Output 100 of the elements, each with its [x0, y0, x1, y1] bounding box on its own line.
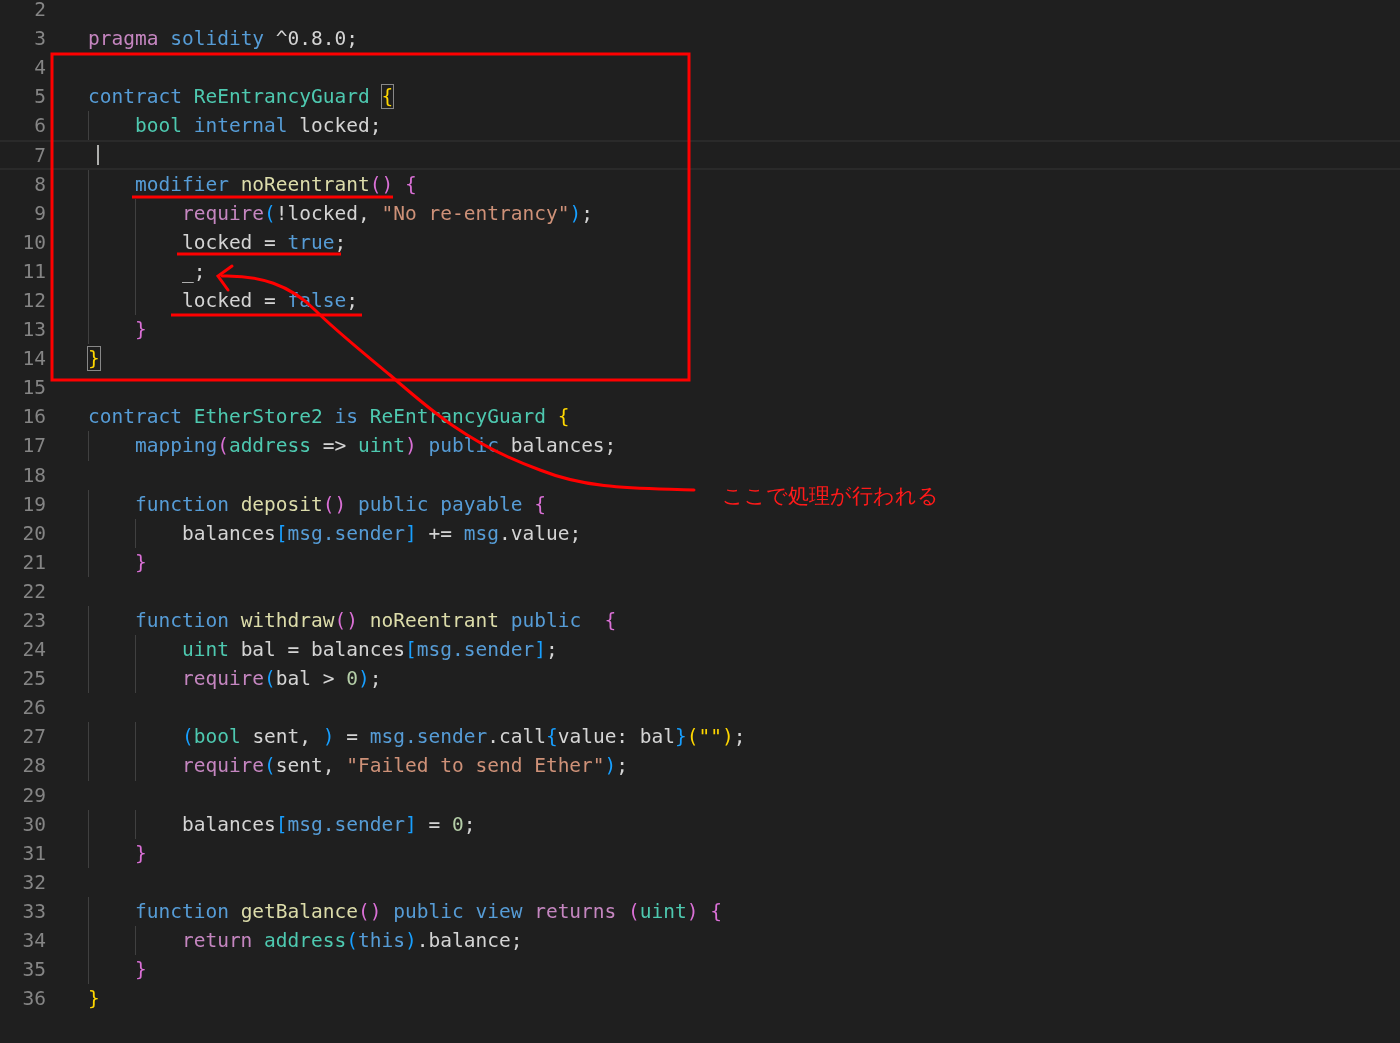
line-number: 9	[33, 201, 46, 225]
code-token: (	[264, 667, 276, 691]
line-number: 34	[21, 929, 46, 953]
code-token: uint	[358, 434, 405, 458]
code-token: ()	[334, 609, 359, 632]
code-token: {	[381, 85, 394, 109]
code-token: =>	[321, 434, 348, 458]
code-token: }	[88, 347, 100, 371]
code-token: msg.sender	[369, 725, 488, 749]
code-token: ;	[463, 812, 476, 836]
code-token: +=	[427, 521, 453, 545]
code-token: noReentrant	[239, 172, 370, 196]
code-token: ]	[534, 638, 546, 662]
line-number: 20	[21, 521, 46, 545]
code-token: (	[627, 899, 640, 923]
line-number: 29	[21, 783, 46, 807]
code-token: sent,	[251, 725, 313, 749]
text-cursor	[97, 145, 99, 165]
line-number: 3	[33, 27, 46, 51]
code-token: )	[322, 725, 335, 749]
line-number: 12	[21, 289, 46, 312]
line-number: 2	[33, 0, 46, 22]
code-token: "Failed to send Ether"	[346, 754, 605, 778]
code-token: locked =	[180, 230, 277, 254]
code-token: !locked,	[275, 201, 371, 225]
code-token: }	[133, 841, 147, 865]
code-token: ()	[358, 899, 382, 923]
line-number: 15	[21, 376, 46, 400]
code-token: msg.sender	[416, 638, 535, 662]
code-token: ]	[405, 812, 417, 836]
code-token: {	[556, 405, 570, 429]
code-token: internal	[192, 114, 288, 138]
line-number: 6	[33, 114, 46, 138]
line-number: 7	[33, 143, 46, 167]
code-token: _;	[180, 259, 206, 283]
code-token: modifier	[133, 172, 229, 196]
code-token: }	[88, 987, 100, 1011]
code-token: )	[686, 899, 699, 923]
code-token: ;	[334, 230, 347, 254]
line-number: 13	[21, 318, 46, 342]
code-token: msg	[463, 521, 499, 545]
code-token: this	[358, 929, 405, 953]
code-token: EtherStore2	[192, 405, 323, 429]
code-token: value: bal	[557, 725, 676, 749]
code-token: {	[603, 609, 617, 632]
line-number: 36	[21, 987, 46, 1011]
code-token: function	[133, 899, 229, 923]
code-token: [	[275, 812, 288, 836]
code-token: ()	[369, 172, 394, 196]
code-token: public payable	[357, 492, 523, 516]
code-token: msg.sender	[287, 521, 405, 545]
code-token: locked =	[180, 289, 277, 312]
code-token: public	[509, 609, 582, 632]
code-token: (	[180, 725, 194, 749]
code-token: returns	[533, 899, 617, 923]
line-number: 10	[21, 230, 46, 254]
code-token: )	[569, 201, 582, 225]
line-number: 21	[21, 550, 46, 574]
code-token: =	[345, 725, 360, 749]
annotation-label: ここで処理が行われる	[722, 483, 939, 510]
code-token: ]	[405, 521, 417, 545]
code-token: address	[228, 434, 312, 458]
code-token: {	[709, 899, 722, 923]
code-token: 0	[346, 667, 359, 691]
code-token: balances	[180, 812, 276, 836]
code-token: )	[405, 929, 417, 953]
line-number: 25	[21, 667, 46, 691]
line-number: 33	[21, 899, 46, 923]
code-token: function	[133, 609, 229, 632]
code-token: ;	[369, 667, 382, 691]
code-token: .call	[487, 725, 546, 749]
line-number: 18	[21, 463, 46, 487]
code-token: bool	[133, 114, 182, 138]
line-number: 16	[21, 405, 46, 429]
code-token: balances;	[509, 434, 617, 458]
line-number: 22	[21, 579, 46, 603]
code-token: address	[263, 929, 347, 953]
code-token: =	[427, 812, 442, 836]
line-number: 35	[21, 958, 46, 982]
code-token: locked;	[298, 114, 382, 138]
code-token: pragma	[88, 27, 159, 51]
code-token: require	[180, 201, 265, 225]
code-token: ;	[616, 754, 629, 778]
code-token: true	[287, 230, 335, 254]
code-token: contract	[88, 85, 182, 109]
code-token: ("")	[686, 725, 734, 749]
line-number: 8	[33, 172, 46, 196]
line-number: 11	[21, 259, 46, 283]
code-token: [	[275, 521, 288, 545]
code-token: solidity	[169, 27, 265, 51]
line-number: 4	[33, 56, 46, 80]
code-token: public view	[392, 899, 523, 923]
line-number: 24	[21, 638, 46, 662]
code-token: ReEntrancyGuard	[192, 85, 371, 109]
code-token: (	[346, 929, 359, 953]
line-number: 27	[21, 725, 46, 749]
code-token: msg.sender	[287, 812, 405, 836]
code-token: "No re-entrancy"	[381, 201, 570, 225]
code-token: uint	[639, 899, 687, 923]
code-token: )	[405, 434, 417, 458]
